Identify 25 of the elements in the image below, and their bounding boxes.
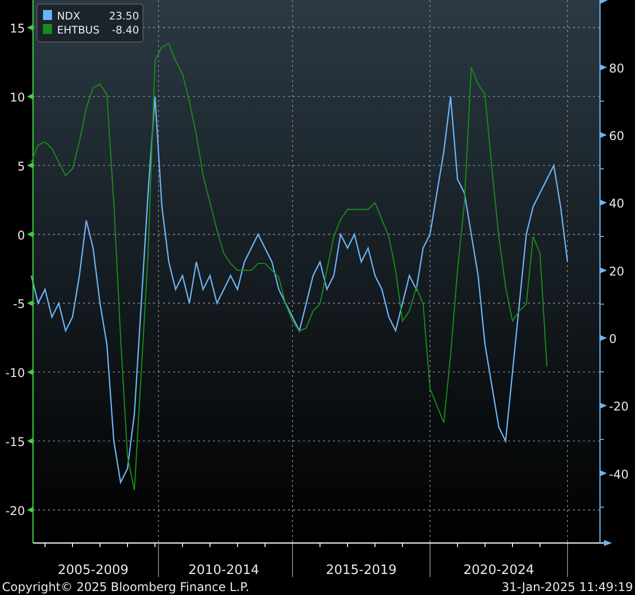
timestamp-text: 31-Jan-2025 11:49:19 — [502, 579, 633, 595]
copyright-text: Copyright© 2025 Bloomberg Finance L.P. — [2, 579, 250, 595]
x-tick-label: 2020-2024 — [463, 563, 534, 578]
x-tick-label: 2015-2019 — [326, 563, 397, 578]
y-tick-label: -20 — [5, 504, 25, 518]
x-tick-label: 2010-2014 — [188, 563, 260, 578]
legend-value: -8.40 — [112, 24, 139, 36]
y-tick-label: -20 — [609, 400, 629, 414]
y-tick-label: 80 — [609, 61, 624, 76]
y-tick-label: 60 — [609, 129, 624, 143]
y-tick-label: -10 — [5, 366, 25, 380]
y-tick-label: 5 — [17, 159, 25, 174]
y-tick-label: 10 — [10, 90, 25, 104]
y-tick-label: 15 — [10, 22, 25, 36]
y-tick-label: 20 — [609, 264, 624, 278]
y-tick-label: 0 — [17, 228, 25, 242]
y-tick-label: 0 — [609, 332, 617, 346]
y-tick-label: 40 — [609, 196, 624, 211]
legend-value: 23.50 — [108, 10, 139, 22]
y-tick-label: -15 — [5, 435, 25, 450]
x-tick-label: 2005-2009 — [58, 563, 129, 578]
y-tick-label: -5 — [13, 297, 25, 312]
legend-label: EHTBUS — [57, 24, 100, 36]
legend-label: NDX — [57, 10, 80, 22]
y-tick-label: -40 — [609, 467, 629, 482]
